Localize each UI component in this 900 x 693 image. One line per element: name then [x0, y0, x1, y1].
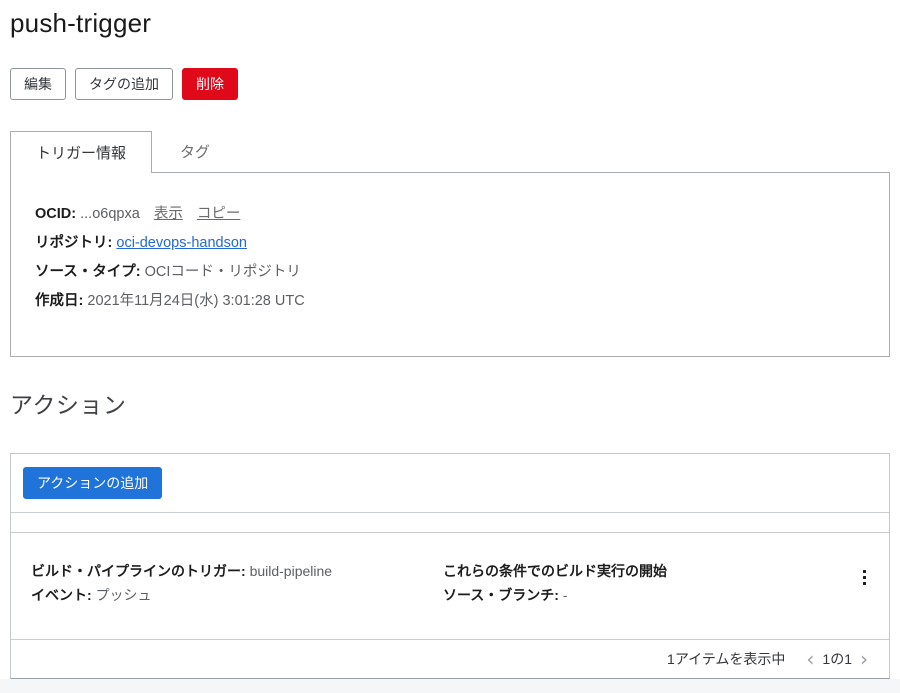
prev-page-icon[interactable]: ‹	[801, 649, 819, 669]
table-footer: 1アイテムを表示中 ‹ 1の1 ›	[11, 639, 889, 678]
source-type-label: ソース・タイプ:	[35, 264, 141, 280]
repository-link[interactable]: oci-devops-handson	[116, 235, 247, 251]
kebab-dot	[863, 570, 866, 573]
created-label: 作成日:	[35, 293, 83, 309]
tab-trigger-info[interactable]: トリガー情報	[10, 131, 152, 173]
trigger-info-panel: OCID: ...o6qpxa 表示 コピー リポジトリ: oci-devops…	[10, 172, 890, 357]
toolbar: 編集 タグの追加 削除	[10, 68, 890, 100]
branch-label: ソース・ブランチ:	[443, 587, 559, 603]
trigger-value: build-pipeline	[250, 563, 333, 579]
branch-value: -	[563, 587, 568, 603]
edit-button[interactable]: 編集	[10, 68, 66, 100]
repository-label: リポジトリ:	[35, 235, 112, 251]
trigger-line: ビルド・パイプラインのトリガー: build-pipeline	[31, 559, 443, 583]
actions-table: アクションの追加 ビルド・パイプラインのトリガー: build-pipeline…	[10, 453, 890, 679]
action-row-right: これらの条件でのビルド実行の開始 ソース・ブランチ: -	[443, 559, 853, 607]
event-label: イベント:	[31, 587, 92, 603]
actions-heading: アクション	[10, 386, 890, 420]
kebab-dot	[863, 582, 866, 585]
created-value: 2021年11月24日(水) 3:01:28 UTC	[87, 293, 304, 309]
next-page-icon[interactable]: ›	[855, 649, 873, 669]
event-value: プッシュ	[96, 587, 152, 603]
delete-button[interactable]: 削除	[182, 68, 238, 100]
page-background-strip	[0, 679, 900, 693]
tab-tags[interactable]: タグ	[152, 131, 238, 172]
condition-line: これらの条件でのビルド実行の開始	[443, 559, 853, 583]
branch-line: ソース・ブランチ: -	[443, 583, 853, 607]
ocid-value: ...o6qpxa	[80, 206, 140, 222]
ocid-row: OCID: ...o6qpxa 表示 コピー	[35, 200, 865, 229]
table-row: ビルド・パイプラインのトリガー: build-pipeline イベント: プッ…	[11, 533, 889, 639]
add-tags-button[interactable]: タグの追加	[75, 68, 173, 100]
trigger-detail-page: push-trigger 編集 タグの追加 削除 トリガー情報 タグ OCID:…	[0, 0, 900, 679]
row-actions-menu-icon[interactable]	[853, 562, 875, 592]
page-title: push-trigger	[10, 8, 890, 39]
ocid-show-link[interactable]: 表示	[154, 206, 183, 222]
action-row-left: ビルド・パイプラインのトリガー: build-pipeline イベント: プッ…	[31, 559, 443, 607]
repository-row: リポジトリ: oci-devops-handson	[35, 229, 865, 258]
condition-title: これらの条件でのビルド実行の開始	[443, 563, 667, 579]
ocid-copy-link[interactable]: コピー	[197, 206, 241, 222]
kebab-dot	[863, 576, 866, 579]
source-type-row: ソース・タイプ: OCIコード・リポジトリ	[35, 258, 865, 287]
ocid-label: OCID:	[35, 206, 76, 222]
trigger-label: ビルド・パイプラインのトリガー:	[31, 563, 246, 579]
table-header	[11, 512, 889, 533]
actions-toolbar: アクションの追加	[11, 454, 889, 512]
items-shown-text: 1アイテムを表示中	[667, 649, 785, 669]
event-line: イベント: プッシュ	[31, 583, 443, 607]
page-indicator: 1の1	[819, 649, 855, 669]
source-type-value: OCIコード・リポジトリ	[145, 264, 301, 280]
tabbar: トリガー情報 タグ	[10, 131, 890, 172]
pager: ‹ 1の1 ›	[801, 649, 873, 669]
add-action-button[interactable]: アクションの追加	[23, 467, 162, 499]
created-row: 作成日: 2021年11月24日(水) 3:01:28 UTC	[35, 287, 865, 316]
